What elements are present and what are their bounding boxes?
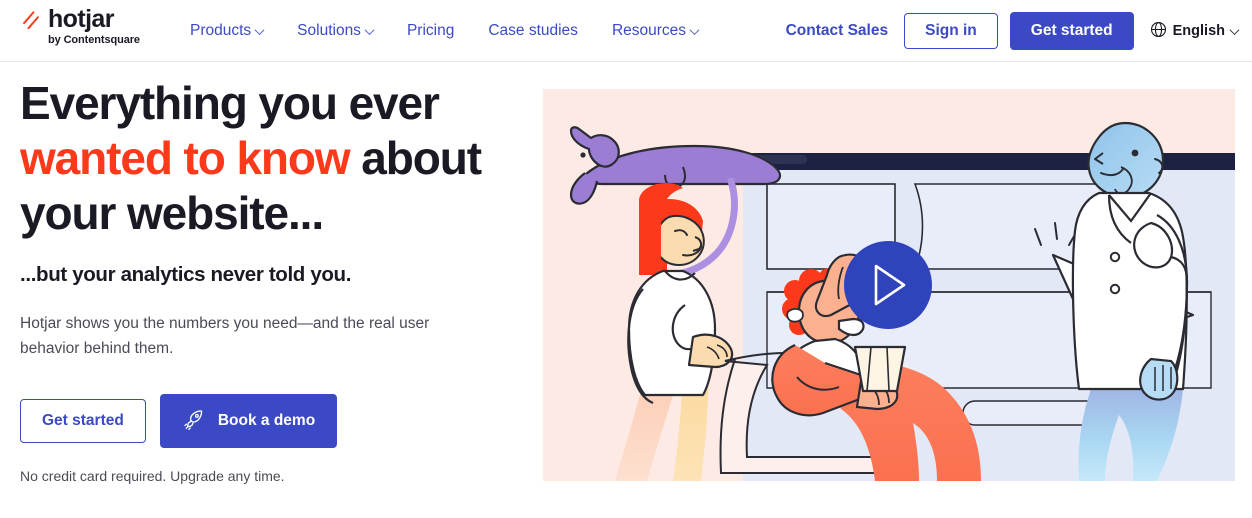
logo-row: hotjar xyxy=(20,7,114,32)
chevron-down-icon xyxy=(364,24,375,35)
site-logo[interactable]: hotjar by Contentsquare xyxy=(20,7,140,46)
headline-line-3: your website... xyxy=(20,187,324,239)
primary-navigation: Products Solutions Pricing Case studies … xyxy=(190,0,715,62)
hero-cta-row: Get started Book a demo xyxy=(20,394,520,448)
hero-subheading: ...but your analytics never told you. xyxy=(20,263,352,286)
nav-item-products[interactable]: Products xyxy=(190,22,280,40)
site-header: hotjar by Contentsquare Products Solutio… xyxy=(0,0,1252,62)
chevron-down-icon xyxy=(689,24,700,35)
logo-wordmark: hotjar xyxy=(48,5,114,33)
nav-item-resources[interactable]: Resources xyxy=(595,22,715,40)
nav-item-label: Pricing xyxy=(406,22,455,39)
sign-in-button[interactable]: Sign in xyxy=(904,13,998,49)
headline-line-2-rest: about xyxy=(349,132,482,184)
book-a-demo-label: Book a demo xyxy=(217,412,316,429)
nav-item-label: Case studies xyxy=(488,22,578,39)
nav-item-label: Resources xyxy=(611,22,687,39)
chevron-down-icon xyxy=(1229,24,1240,35)
headline-accent: wanted to know xyxy=(20,132,351,184)
logo-byline: by Contentsquare xyxy=(48,34,140,46)
page-title: Everything you ever wanted to know about… xyxy=(20,76,520,241)
hero-fineprint: No credit card required. Upgrade any tim… xyxy=(20,467,285,484)
hero-illustration xyxy=(543,89,1235,481)
nav-item-pricing[interactable]: Pricing xyxy=(390,22,471,40)
chevron-down-icon xyxy=(254,24,265,35)
hotjar-flame-icon xyxy=(20,9,42,31)
language-label: English xyxy=(1172,23,1225,39)
play-button xyxy=(844,241,932,329)
hero-copy-column: Everything you ever wanted to know about… xyxy=(20,76,520,484)
nav-item-label: Products xyxy=(190,22,252,39)
get-started-button-header[interactable]: Get started xyxy=(1009,12,1134,50)
book-a-demo-button[interactable]: Book a demo xyxy=(159,394,338,448)
nav-item-case-studies[interactable]: Case studies xyxy=(471,22,595,40)
headline-line-1: Everything you ever xyxy=(20,77,440,129)
nav-item-label: Solutions xyxy=(297,22,361,39)
language-selector[interactable]: English xyxy=(1150,21,1240,42)
globe-icon xyxy=(1150,21,1167,42)
hero-body-text: Hotjar shows you the numbers you need—an… xyxy=(20,315,430,357)
header-actions: Contact Sales Sign in Get started Englis… xyxy=(786,0,1240,62)
rocket-icon xyxy=(182,407,206,435)
contact-sales-link[interactable]: Contact Sales xyxy=(786,22,889,40)
get-started-button-hero[interactable]: Get started xyxy=(20,399,146,443)
hero-section: Everything you ever wanted to know about… xyxy=(0,62,1252,518)
nav-item-solutions[interactable]: Solutions xyxy=(280,22,390,40)
